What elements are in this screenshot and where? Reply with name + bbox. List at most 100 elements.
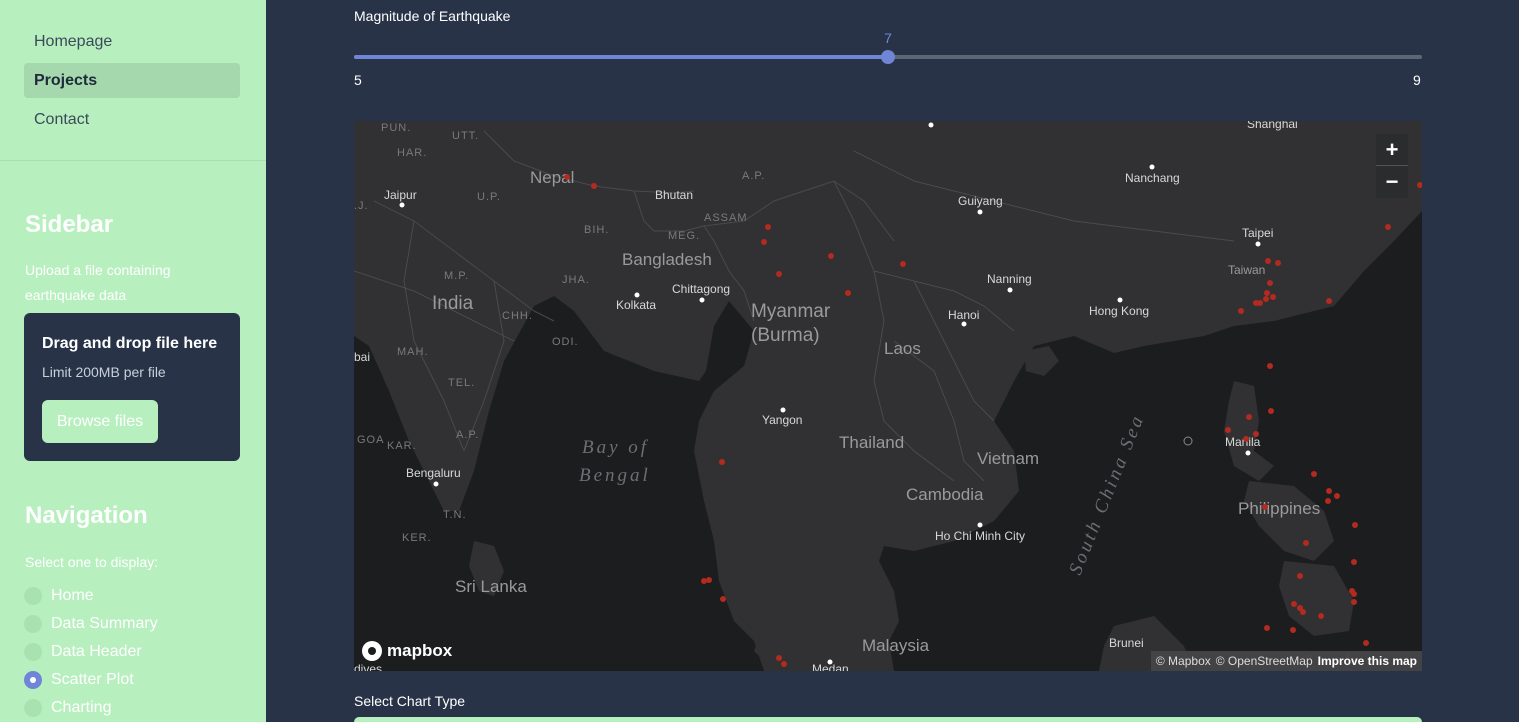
radio-home[interactable]: Home	[24, 584, 94, 608]
svg-text:dives: dives	[354, 662, 382, 671]
svg-text:.J.: .J.	[354, 200, 369, 212]
svg-text:ASSAM: ASSAM	[704, 212, 748, 224]
mapbox-logo[interactable]: mapbox	[362, 641, 452, 661]
sidebar: Homepage Projects Contact Sidebar Upload…	[0, 0, 266, 722]
radio-circle[interactable]	[24, 699, 42, 717]
svg-text:South China Sea: South China Sea	[1065, 411, 1149, 578]
svg-text:Nanning: Nanning	[987, 272, 1032, 286]
svg-text:Sri Lanka: Sri Lanka	[455, 577, 527, 596]
svg-text:Hanoi: Hanoi	[948, 308, 979, 322]
radio-circle[interactable]	[24, 587, 42, 605]
nav-homepage[interactable]: Homepage	[24, 24, 240, 59]
slider-current-value: 7	[884, 30, 892, 46]
file-uploader[interactable]: Drag and drop file here Limit 200MB per …	[24, 313, 240, 461]
svg-text:Bengaluru: Bengaluru	[406, 466, 461, 480]
svg-text:Jaipur: Jaipur	[384, 188, 417, 202]
svg-text:Taipei: Taipei	[1242, 226, 1273, 240]
svg-text:Brunei: Brunei	[1109, 636, 1144, 650]
svg-text:India: India	[432, 293, 474, 314]
svg-text:Chittagong: Chittagong	[672, 282, 730, 296]
svg-text:A.P.: A.P.	[456, 429, 479, 441]
svg-text:T.N.: T.N.	[443, 509, 467, 521]
svg-text:KER.: KER.	[402, 532, 432, 544]
svg-text:Bhutan: Bhutan	[655, 188, 693, 202]
svg-text:ODI.: ODI.	[552, 336, 579, 348]
island-marker	[1183, 436, 1193, 446]
attribution-mapbox-link[interactable]: © Mapbox	[1156, 654, 1211, 668]
radio-circle[interactable]	[24, 615, 42, 633]
svg-text:MEG.: MEG.	[668, 230, 700, 242]
radio-label: Charting	[51, 699, 112, 716]
svg-text:Vietnam: Vietnam	[977, 449, 1039, 468]
svg-text:bai: bai	[354, 350, 370, 364]
sidebar-title: Sidebar	[25, 211, 114, 238]
svg-text:(Burma): (Burma)	[751, 325, 820, 346]
sidebar-divider	[0, 160, 266, 161]
slider-max-label: 9	[1413, 72, 1421, 88]
svg-text:Manila: Manila	[1225, 435, 1261, 449]
svg-text:Guiyang: Guiyang	[958, 194, 1003, 208]
svg-text:KAR.: KAR.	[387, 440, 417, 452]
zoom-controls: + −	[1376, 134, 1408, 198]
svg-text:MAH.: MAH.	[397, 346, 429, 358]
svg-text:Bay of: Bay of	[582, 437, 649, 458]
chart-type-select[interactable]	[354, 717, 1422, 722]
svg-text:U.P.: U.P.	[477, 191, 501, 203]
radio-label: Data Summary	[51, 615, 158, 632]
svg-text:PUN.: PUN.	[381, 122, 411, 134]
svg-text:Ho Chi Minh City: Ho Chi Minh City	[935, 529, 1025, 543]
radio-label: Data Header	[51, 643, 142, 660]
svg-text:Yangon: Yangon	[762, 413, 802, 427]
upload-prompt: Upload a file containing earthquake data	[25, 262, 171, 303]
zoom-in-button[interactable]: +	[1376, 134, 1408, 166]
svg-text:Shanghai: Shanghai	[1247, 121, 1298, 131]
radio-data-header[interactable]: Data Header	[24, 640, 142, 664]
improve-map-link[interactable]: Improve this map	[1318, 654, 1417, 668]
radio-circle[interactable]	[24, 643, 42, 661]
radio-charting[interactable]: Charting	[24, 696, 111, 720]
map-canvas: PUN. UTT. HAR. Nepal A.P. Bhutan U.P. Ja…	[354, 121, 1422, 671]
svg-text:JHA.: JHA.	[562, 274, 590, 286]
svg-text:Malaysia: Malaysia	[862, 636, 930, 655]
radio-label: Home	[51, 587, 94, 604]
slider-thumb[interactable]	[881, 50, 895, 64]
svg-text:Myanmar: Myanmar	[751, 301, 831, 322]
attribution-osm-link[interactable]: © OpenStreetMap	[1216, 654, 1313, 668]
svg-text:M.P.: M.P.	[444, 270, 469, 282]
svg-text:Thailand: Thailand	[839, 433, 904, 452]
svg-text:TEL.: TEL.	[448, 377, 475, 389]
radio-label: Scatter Plot	[51, 671, 134, 688]
svg-text:HAR.: HAR.	[397, 147, 427, 159]
radio-data-summary[interactable]: Data Summary	[24, 612, 158, 636]
chart-type-label: Select Chart Type	[354, 693, 466, 709]
svg-text:Laos: Laos	[884, 339, 921, 358]
land-luzon	[1224, 381, 1274, 481]
svg-text:Taiwan: Taiwan	[1228, 263, 1265, 277]
top-navigation: Homepage Projects Contact	[24, 24, 240, 141]
svg-text:Philippines: Philippines	[1238, 499, 1320, 518]
nav-projects[interactable]: Projects	[24, 63, 240, 98]
svg-text:GOA: GOA	[357, 434, 384, 446]
svg-text:A.P.: A.P.	[742, 170, 765, 182]
svg-text:Kolkata: Kolkata	[616, 298, 656, 312]
svg-text:CHH.: CHH.	[502, 310, 533, 322]
svg-text:Nanchang: Nanchang	[1125, 171, 1180, 185]
svg-text:BIH.: BIH.	[584, 224, 609, 236]
land-visayas	[1244, 481, 1334, 561]
land-hainan	[1024, 346, 1059, 376]
svg-text:Hong Kong: Hong Kong	[1089, 304, 1149, 318]
map-attribution: © Mapbox © OpenStreetMap Improve this ma…	[1150, 651, 1422, 671]
select-prompt: Select one to display:	[25, 554, 159, 570]
slider-fill	[354, 55, 888, 59]
svg-text:Bangladesh: Bangladesh	[622, 250, 712, 269]
mapbox-logo-text: mapbox	[387, 641, 453, 660]
earthquake-map[interactable]: PUN. UTT. HAR. Nepal A.P. Bhutan U.P. Ja…	[354, 121, 1422, 671]
nav-contact[interactable]: Contact	[24, 102, 240, 137]
slider-min-label: 5	[354, 72, 362, 88]
radio-circle-selected[interactable]	[24, 671, 42, 689]
browse-files-button[interactable]: Browse files	[42, 400, 158, 443]
radio-scatter-plot[interactable]: Scatter Plot	[24, 668, 134, 692]
zoom-out-button[interactable]: −	[1376, 166, 1408, 198]
svg-text:UTT.: UTT.	[452, 130, 479, 142]
magnitude-slider[interactable]	[354, 50, 1422, 64]
